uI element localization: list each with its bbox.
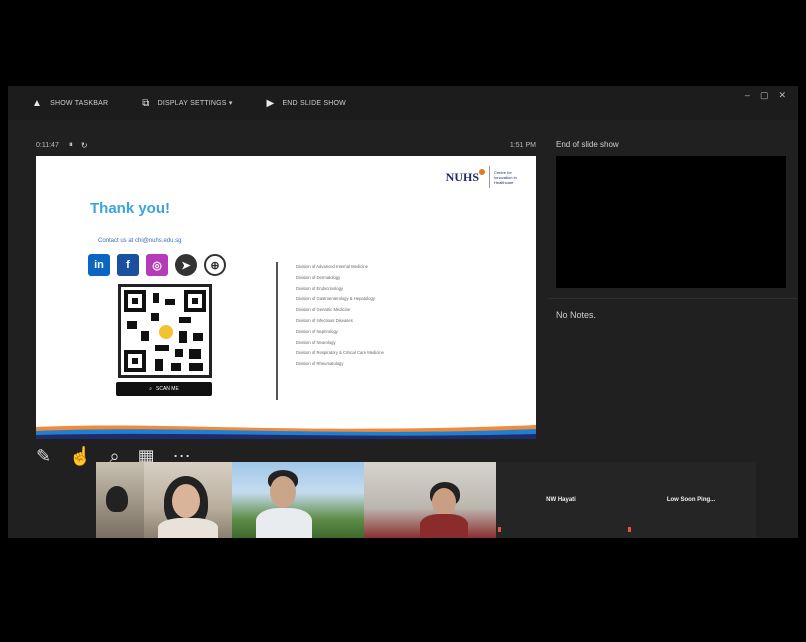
department-item: Division of Geriatric Medicine bbox=[296, 307, 351, 313]
qr-module bbox=[127, 321, 137, 329]
participant-name: Low Soon Ping... bbox=[666, 497, 716, 503]
next-slide-preview[interactable] bbox=[556, 156, 786, 288]
participant-shirt bbox=[158, 518, 218, 538]
qr-module bbox=[155, 359, 163, 371]
nuhs-logo-subtext: Centre for Innovation in Healthcare bbox=[494, 169, 517, 185]
participant-face bbox=[270, 476, 296, 508]
department-item: Division of Gastroenterology & Hepatolog… bbox=[296, 296, 375, 302]
participant-tile[interactable]: NW Hayati bbox=[496, 462, 626, 538]
qr-logo-center bbox=[159, 325, 173, 339]
facebook-icon: f bbox=[117, 254, 139, 276]
end-slide-show-button[interactable]: ▶ End Slide Show bbox=[267, 98, 346, 109]
show-taskbar-button[interactable]: ▲ Show Taskbar bbox=[32, 98, 108, 109]
participant-video bbox=[106, 486, 128, 512]
mic-off-icon bbox=[628, 527, 631, 532]
notes-text: No Notes. bbox=[556, 310, 597, 320]
slide-contact: Contact us at chi@nuhs.edu.sg bbox=[98, 238, 182, 244]
taskbar-icon: ▲ bbox=[32, 97, 43, 109]
participant-face bbox=[432, 488, 456, 516]
participant-face bbox=[172, 484, 200, 518]
website-icon: ⊕ bbox=[204, 254, 226, 276]
department-item: Division of Advanced Internal Medicine bbox=[296, 264, 368, 269]
maximize-button[interactable]: ▢ bbox=[760, 90, 769, 101]
participant-tile[interactable] bbox=[364, 462, 496, 538]
telegram-icon: ➤ bbox=[175, 254, 197, 276]
participant-tile[interactable] bbox=[144, 462, 232, 538]
department-item: Division of Infectious Diseases bbox=[296, 317, 353, 323]
logo-separator bbox=[489, 166, 490, 188]
qr-finder-tr bbox=[184, 290, 206, 312]
department-item: Division of Respiratory & Critical Care … bbox=[296, 350, 384, 356]
department-item: Division of Rheumatology bbox=[296, 361, 344, 367]
department-item: Division of Neurology bbox=[296, 339, 336, 345]
department-item: Division of Dermatology bbox=[296, 274, 341, 280]
minimize-button[interactable]: – bbox=[745, 90, 750, 101]
participant-tile[interactable] bbox=[96, 462, 144, 538]
instagram-icon: ◎ bbox=[146, 254, 168, 276]
laser-pointer-icon[interactable]: ☝ bbox=[69, 446, 91, 467]
scan-icon: ⌕ bbox=[149, 386, 153, 392]
qr-module bbox=[171, 363, 181, 371]
elapsed-timer: 0:11:47 bbox=[36, 141, 59, 149]
notes-divider bbox=[548, 298, 798, 299]
participant-tile[interactable]: Low Soon Ping... bbox=[626, 462, 756, 538]
qr-module bbox=[153, 293, 159, 303]
qr-module bbox=[175, 349, 183, 357]
nuhs-logo-dot bbox=[479, 169, 485, 175]
display-settings-button[interactable]: ⧉ Display Settings ▾ bbox=[142, 98, 232, 109]
participant-shirt bbox=[420, 514, 468, 538]
slide-footer-wave bbox=[36, 425, 536, 439]
display-settings-label: Display Settings ▾ bbox=[157, 100, 233, 107]
department-item: Division of Endocrinology bbox=[296, 285, 344, 291]
linkedin-icon: in bbox=[88, 254, 110, 276]
pause-timer-icon[interactable]: ⏸ bbox=[69, 140, 73, 150]
show-taskbar-label: Show Taskbar bbox=[50, 99, 109, 107]
participant-shirt bbox=[256, 508, 312, 538]
presenter-meta-row: 0:11:47 ⏸ ↻ 1:51 PM bbox=[36, 138, 536, 152]
close-button[interactable]: ✕ bbox=[778, 90, 786, 101]
current-slide[interactable]: NUHS Centre for Innovation in Healthcare… bbox=[36, 156, 536, 439]
pen-icon[interactable]: ✎ bbox=[36, 446, 51, 467]
participant-name: NW Hayati bbox=[546, 497, 576, 503]
display-icon: ⧉ bbox=[142, 97, 150, 109]
scan-me-label: ⌕ SCAN ME bbox=[116, 382, 212, 396]
nuhs-logo-text: NUHS bbox=[445, 169, 479, 184]
participant-strip: NW Hayati Low Soon Ping... bbox=[96, 462, 756, 538]
qr-finder-bl bbox=[124, 350, 146, 372]
qr-module bbox=[189, 349, 201, 359]
nuhs-logo: NUHS Centre for Innovation in Healthcare bbox=[446, 166, 528, 188]
social-icons: in f ◎ ➤ ⊕ bbox=[88, 254, 226, 276]
current-time: 1:51 PM bbox=[509, 141, 536, 149]
slide-divider bbox=[276, 262, 278, 400]
qr-module bbox=[179, 331, 187, 343]
slide-title: Thank you! bbox=[90, 200, 171, 217]
qr-module bbox=[141, 331, 149, 341]
next-slide-label: End of slide show bbox=[556, 140, 619, 149]
qr-module bbox=[155, 345, 169, 351]
qr-module bbox=[165, 299, 175, 305]
end-show-icon: ▶ bbox=[266, 97, 275, 109]
presenter-toolbar: ▲ Show Taskbar ⧉ Display Settings ▾ ▶ En… bbox=[8, 86, 798, 120]
qr-module bbox=[179, 317, 191, 323]
qr-module bbox=[193, 333, 203, 341]
department-item: Division of Nephrology bbox=[296, 328, 338, 334]
qr-module bbox=[189, 363, 203, 371]
window-controls: – ▢ ✕ bbox=[745, 90, 786, 101]
participant-tile[interactable] bbox=[232, 462, 364, 538]
department-list: Division of Advanced Internal Medicine D… bbox=[296, 262, 384, 370]
qr-module bbox=[151, 313, 159, 321]
mic-off-icon bbox=[498, 527, 501, 532]
qr-finder-tl bbox=[124, 290, 146, 312]
end-slide-show-label: End Slide Show bbox=[282, 99, 346, 107]
scan-me-text: SCAN ME bbox=[156, 386, 179, 392]
qr-code bbox=[118, 284, 212, 378]
reset-timer-icon[interactable]: ↻ bbox=[81, 141, 88, 150]
